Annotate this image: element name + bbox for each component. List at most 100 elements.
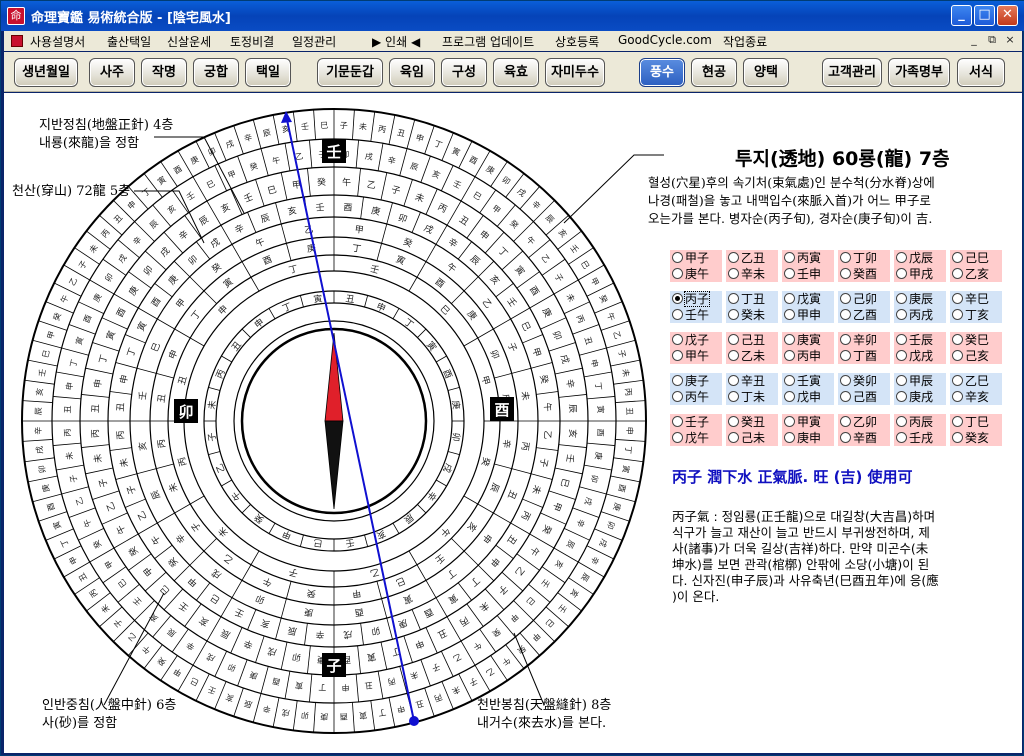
jiazi-radio[interactable]: 乙亥 bbox=[950, 266, 1002, 282]
radio-circle-icon[interactable] bbox=[952, 252, 963, 263]
radio-circle-icon[interactable] bbox=[672, 268, 683, 279]
radio-circle-icon[interactable] bbox=[896, 350, 907, 361]
jiazi-radio[interactable]: 庚寅 bbox=[782, 332, 834, 348]
radio-circle-icon[interactable] bbox=[728, 432, 739, 443]
tab-forms[interactable]: 서식 bbox=[957, 58, 1005, 87]
radio-circle-icon[interactable] bbox=[952, 416, 963, 427]
tab-guseong[interactable]: 구성 bbox=[441, 58, 487, 87]
radio-circle-icon[interactable] bbox=[784, 334, 795, 345]
jiazi-radio[interactable]: 戊戌 bbox=[894, 348, 946, 364]
jiazi-radio[interactable]: 庚午 bbox=[670, 266, 722, 282]
jiazi-radio[interactable]: 辛亥 bbox=[950, 389, 1002, 405]
jiazi-radio[interactable]: 壬戌 bbox=[894, 430, 946, 446]
menu-print[interactable]: ▶ 인쇄 ◀ bbox=[372, 33, 420, 50]
radio-circle-icon[interactable] bbox=[952, 334, 963, 345]
mdi-minimize-button[interactable]: _ bbox=[966, 33, 982, 48]
tab-family-register[interactable]: 가족명부 bbox=[888, 58, 950, 87]
radio-circle-icon[interactable] bbox=[840, 350, 851, 361]
menu-birth-date-selection[interactable]: 출산택일 bbox=[107, 33, 151, 50]
title-bar[interactable]: 命 命理寶鑑 易術統合版 - [陰宅風水] _ □ ✕ bbox=[1, 1, 1024, 31]
radio-circle-icon[interactable] bbox=[952, 268, 963, 279]
radio-circle-icon[interactable] bbox=[784, 293, 795, 304]
radio-circle-icon[interactable] bbox=[672, 252, 683, 263]
jiazi-radio[interactable]: 己巳 bbox=[950, 250, 1002, 266]
radio-circle-icon[interactable] bbox=[672, 309, 683, 320]
jiazi-radio[interactable]: 癸巳 bbox=[950, 332, 1002, 348]
radio-circle-icon[interactable] bbox=[896, 391, 907, 402]
radio-circle-icon[interactable] bbox=[952, 309, 963, 320]
jiazi-radio[interactable]: 丁亥 bbox=[950, 307, 1002, 323]
jiazi-radio[interactable]: 乙酉 bbox=[838, 307, 890, 323]
tab-yukim[interactable]: 육임 bbox=[389, 58, 435, 87]
radio-circle-icon[interactable] bbox=[784, 432, 795, 443]
radio-circle-icon[interactable] bbox=[728, 252, 739, 263]
radio-circle-icon[interactable] bbox=[784, 350, 795, 361]
jiazi-radio[interactable]: 甲子 bbox=[670, 250, 722, 266]
jiazi-radio[interactable]: 戊午 bbox=[670, 430, 722, 446]
jiazi-radio[interactable]: 丙午 bbox=[670, 389, 722, 405]
radio-circle-icon[interactable] bbox=[840, 391, 851, 402]
jiazi-radio[interactable]: 甲申 bbox=[782, 307, 834, 323]
radio-circle-icon[interactable] bbox=[672, 391, 683, 402]
menu-goodcycle[interactable]: GoodCycle.com bbox=[618, 33, 712, 47]
radio-circle-icon[interactable] bbox=[672, 293, 683, 304]
tab-pungsu[interactable]: 풍수 bbox=[639, 58, 685, 87]
radio-circle-icon[interactable] bbox=[728, 350, 739, 361]
jiazi-radio[interactable]: 丙辰 bbox=[894, 414, 946, 430]
tab-compatibility[interactable]: 궁합 bbox=[193, 58, 239, 87]
jiazi-radio[interactable]: 辛巳 bbox=[950, 291, 1002, 307]
radio-circle-icon[interactable] bbox=[728, 293, 739, 304]
jiazi-radio[interactable]: 丁未 bbox=[726, 389, 778, 405]
radio-circle-icon[interactable] bbox=[784, 416, 795, 427]
menu-user-manual[interactable]: 사용설명서 bbox=[30, 33, 85, 50]
jiazi-radio[interactable]: 辛丑 bbox=[726, 373, 778, 389]
jiazi-radio[interactable]: 壬辰 bbox=[894, 332, 946, 348]
radio-circle-icon[interactable] bbox=[784, 391, 795, 402]
jiazi-radio[interactable]: 丙戌 bbox=[894, 307, 946, 323]
radio-circle-icon[interactable] bbox=[952, 375, 963, 386]
radio-circle-icon[interactable] bbox=[952, 293, 963, 304]
jiazi-radio[interactable]: 庚戌 bbox=[894, 389, 946, 405]
jiazi-radio[interactable]: 丁卯 bbox=[838, 250, 890, 266]
radio-circle-icon[interactable] bbox=[952, 391, 963, 402]
tab-yangtaek[interactable]: 양택 bbox=[743, 58, 789, 87]
maximize-button[interactable]: □ bbox=[974, 5, 995, 26]
jiazi-radio[interactable]: 庚申 bbox=[782, 430, 834, 446]
jiazi-radio[interactable]: 辛卯 bbox=[838, 332, 890, 348]
jiazi-radio[interactable]: 癸亥 bbox=[950, 430, 1002, 446]
jiazi-radio[interactable]: 癸卯 bbox=[838, 373, 890, 389]
jiazi-radio[interactable]: 己亥 bbox=[950, 348, 1002, 364]
radio-circle-icon[interactable] bbox=[896, 252, 907, 263]
radio-circle-icon[interactable] bbox=[896, 375, 907, 386]
jiazi-radio[interactable]: 丙子 bbox=[670, 291, 722, 307]
jiazi-radio[interactable]: 乙未 bbox=[726, 348, 778, 364]
radio-circle-icon[interactable] bbox=[672, 416, 683, 427]
jiazi-radio[interactable]: 己酉 bbox=[838, 389, 890, 405]
tab-date-selection[interactable]: 택일 bbox=[245, 58, 291, 87]
jiazi-radio[interactable]: 戊子 bbox=[670, 332, 722, 348]
jiazi-radio[interactable]: 辛酉 bbox=[838, 430, 890, 446]
radio-circle-icon[interactable] bbox=[896, 293, 907, 304]
radio-circle-icon[interactable] bbox=[728, 334, 739, 345]
menu-business-register[interactable]: 상호등록 bbox=[555, 33, 599, 50]
jiazi-radio[interactable]: 丁丑 bbox=[726, 291, 778, 307]
radio-circle-icon[interactable] bbox=[896, 309, 907, 320]
mdi-close-button[interactable]: × bbox=[1002, 33, 1018, 48]
tab-hyeongong[interactable]: 현공 bbox=[691, 58, 737, 87]
close-button[interactable]: ✕ bbox=[997, 5, 1018, 26]
jiazi-radio[interactable]: 壬申 bbox=[782, 266, 834, 282]
radio-circle-icon[interactable] bbox=[784, 375, 795, 386]
radio-circle-icon[interactable] bbox=[672, 334, 683, 345]
jiazi-radio[interactable]: 癸未 bbox=[726, 307, 778, 323]
jiazi-radio[interactable]: 丙寅 bbox=[782, 250, 834, 266]
tab-customer-mgmt[interactable]: 고객관리 bbox=[822, 58, 882, 87]
radio-circle-icon[interactable] bbox=[896, 416, 907, 427]
tab-birthdate[interactable]: 생년월일 bbox=[14, 58, 78, 87]
jiazi-radio[interactable]: 壬子 bbox=[670, 414, 722, 430]
menu-fortune[interactable]: 신살운세 bbox=[167, 33, 211, 50]
jiazi-radio[interactable]: 乙巳 bbox=[950, 373, 1002, 389]
jiazi-radio[interactable]: 癸酉 bbox=[838, 266, 890, 282]
radio-circle-icon[interactable] bbox=[896, 268, 907, 279]
menu-tojeong[interactable]: 토정비결 bbox=[230, 33, 274, 50]
radio-circle-icon[interactable] bbox=[952, 432, 963, 443]
